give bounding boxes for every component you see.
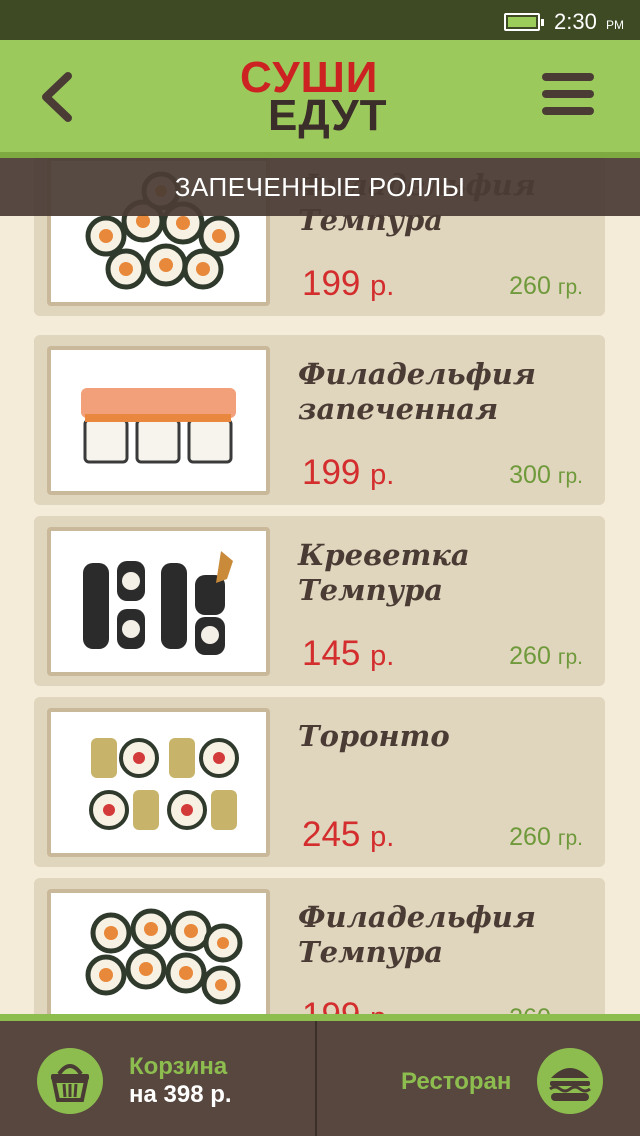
product-weight: 300 гр. <box>509 461 583 489</box>
product-price: 199 р. <box>302 453 395 492</box>
product-weight: 260 гр. <box>509 642 583 670</box>
product-price: 145 р. <box>302 634 395 673</box>
product-card[interactable]: Филадельфия Темпура 199 р. 260 гр. <box>34 878 605 1020</box>
product-card[interactable]: Торонто 245 р. 260 гр. <box>34 697 605 867</box>
product-weight: 260 гр. <box>509 823 583 851</box>
chevron-left-icon <box>42 72 72 122</box>
category-title: ЗАПЕЧЕННЫЕ РОЛЛЫ <box>0 158 640 216</box>
product-name: Креветка Темпура <box>298 538 470 607</box>
status-ampm: PM <box>606 18 624 32</box>
product-image <box>47 346 270 495</box>
battery-icon <box>504 13 544 31</box>
logo-line2: ЕДУТ <box>268 91 388 140</box>
product-weight: 260 гр. <box>509 272 583 300</box>
product-card[interactable]: Филадельфия запеченная 199 р. 300 гр. <box>34 335 605 505</box>
product-image <box>47 889 270 1020</box>
restaurant-label[interactable]: Ресторан <box>401 1068 511 1096</box>
hamburger-menu-icon[interactable] <box>542 73 594 117</box>
product-name: Торонто <box>298 719 450 753</box>
product-price: 199 р. <box>302 264 395 303</box>
product-list[interactable]: Филадельфия Темпура 199 р. 260 гр. Филад… <box>0 158 640 1020</box>
product-price: 245 р. <box>302 815 395 854</box>
basket-icon[interactable] <box>37 1048 103 1114</box>
divider <box>315 1021 317 1136</box>
product-name: Филадельфия запеченная <box>298 357 536 426</box>
product-image <box>47 527 270 676</box>
status-bar: 2:30 PM <box>0 0 640 40</box>
cart-sum: на 398 р. <box>129 1081 232 1108</box>
burger-icon[interactable] <box>537 1048 603 1114</box>
product-card[interactable]: Креветка Темпура 145 р. 260 гр. <box>34 516 605 686</box>
product-image <box>47 708 270 857</box>
bottom-bar: Корзина на 398 р. Ресторан <box>0 1014 640 1136</box>
logo[interactable]: СУШИ ЕДУТ <box>236 56 426 140</box>
cart-title: Корзина <box>129 1053 228 1080</box>
cart-summary[interactable]: Корзина на 398 р. <box>129 1053 232 1109</box>
product-name: Филадельфия Темпура <box>298 900 536 969</box>
back-button[interactable] <box>36 70 80 124</box>
status-time: 2:30 <box>554 9 597 34</box>
app-header: СУШИ ЕДУТ <box>0 40 640 158</box>
